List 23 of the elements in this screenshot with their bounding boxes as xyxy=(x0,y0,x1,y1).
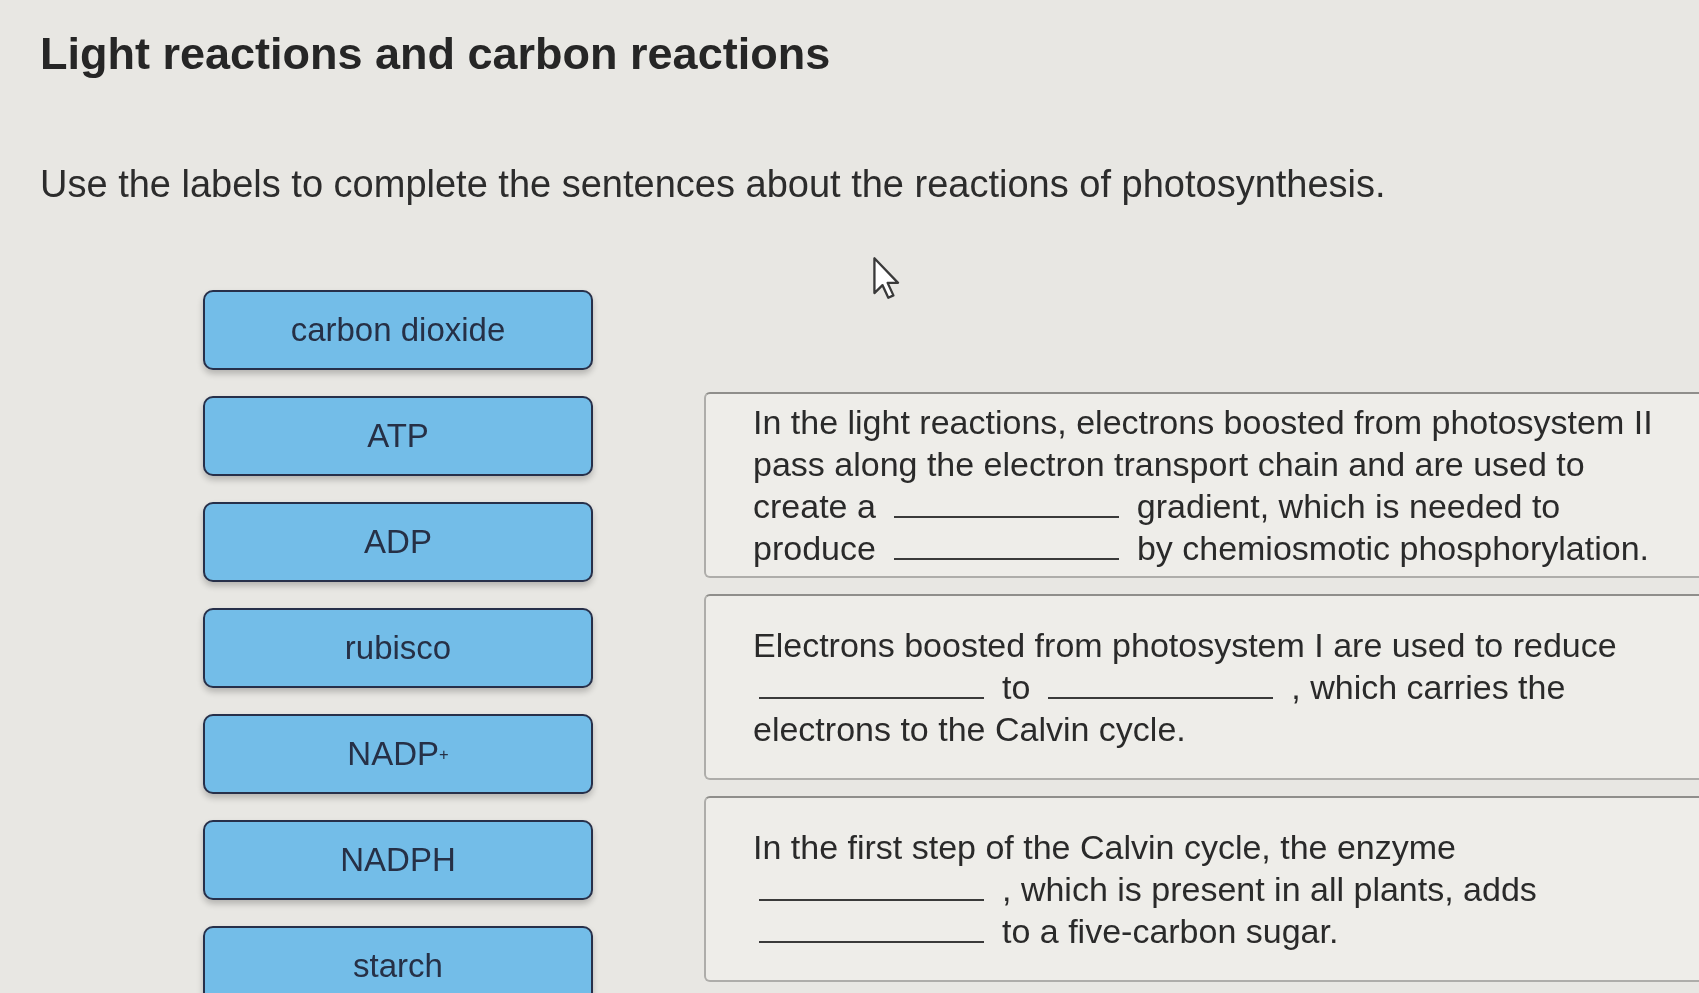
sentence-text: In the light reactions, electrons boosted from photosystem II xyxy=(753,402,1653,443)
drag-label[interactable]: ATP xyxy=(203,396,593,476)
instructions-text: Use the labels to complete the sentences about the reactions of photosynthesis. xyxy=(40,162,1386,207)
sentence-text: Electrons boosted from photosystem I are used to reduce xyxy=(753,625,1617,666)
sentence-text: gradient, which is needed to xyxy=(1136,486,1561,527)
sentence-text: , which is present in all plants, adds xyxy=(1002,869,1537,910)
pointer-cursor-icon xyxy=(872,256,900,300)
sentence-text: to xyxy=(1002,667,1031,708)
drag-label[interactable]: NADP$^{+}$ xyxy=(203,714,593,794)
sentence-text: , which carries the xyxy=(1291,667,1566,708)
drag-label[interactable]: ADP xyxy=(203,502,593,582)
sentence-text: pass along the electron transport chain and are used to xyxy=(753,444,1585,485)
drag-label[interactable]: rubisco xyxy=(203,608,593,688)
sentence-text: produce xyxy=(753,528,876,569)
page-title: Light reactions and carbon reactions xyxy=(40,27,831,81)
drag-label[interactable]: carbon dioxide xyxy=(203,290,593,370)
sentence-text: to a five-carbon sugar. xyxy=(1002,911,1339,952)
sentence-text: by chemiosmotic phosphorylation. xyxy=(1136,528,1650,569)
sentence-text: In the first step of the Calvin cycle, the enzyme xyxy=(753,827,1456,868)
sentence-text: electrons to the Calvin cycle. xyxy=(753,709,1186,750)
sentence-text: create a xyxy=(753,486,876,527)
drag-label[interactable]: NADPH xyxy=(203,820,593,900)
drag-label[interactable]: starch xyxy=(203,926,593,993)
